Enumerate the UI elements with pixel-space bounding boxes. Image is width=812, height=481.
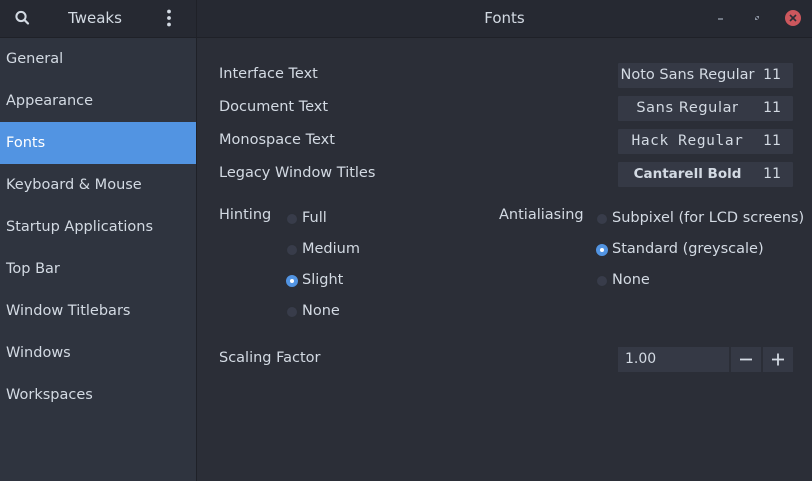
antialiasing-label: Antialiasing [499, 207, 584, 223]
sidebar-item-startup-applications[interactable]: Startup Applications [0, 206, 196, 248]
radio-indicator [596, 275, 608, 287]
decrease-button[interactable] [730, 346, 762, 373]
sidebar-item-windows[interactable]: Windows [0, 332, 196, 374]
scaling-factor-spinbutton: 1.00 [617, 346, 794, 373]
radio-indicator-selected [286, 275, 298, 287]
radio-label: Medium [302, 241, 360, 257]
sidebar-item-window-titlebars[interactable]: Window Titlebars [0, 290, 196, 332]
document-font-size: 11 [763, 100, 781, 116]
monospace-font-size: 11 [763, 133, 781, 149]
monospace-text-label: Monospace Text [219, 132, 335, 148]
radio-label: Slight [302, 272, 344, 288]
radio-indicator-selected [596, 244, 608, 256]
sidebar-item-general[interactable]: General [0, 38, 196, 80]
increase-button[interactable] [762, 346, 794, 373]
close-icon [785, 10, 801, 26]
fonts-panel: Interface Text Noto Sans Regular 11 Docu… [197, 38, 812, 481]
header-left: Tweaks [0, 0, 197, 37]
plus-icon [772, 353, 784, 366]
legacy-font-name: Cantarell Bold [633, 166, 742, 182]
scaling-factor-label: Scaling Factor [219, 350, 321, 366]
sidebar-item-keyboard-mouse[interactable]: Keyboard & Mouse [0, 164, 196, 206]
radio-label: Standard (greyscale) [612, 241, 764, 257]
legacy-window-titles-label: Legacy Window Titles [219, 165, 376, 181]
radio-indicator [286, 306, 298, 318]
maximize-button[interactable] [747, 8, 767, 28]
monospace-font-name: Hack Regular [631, 133, 744, 149]
radio-indicator [286, 213, 298, 225]
radio-label: Subpixel (for LCD screens) [612, 210, 805, 226]
radio-label: None [302, 303, 340, 319]
legacy-font-size: 11 [763, 166, 781, 182]
radio-label: Full [302, 210, 327, 226]
minimize-icon [718, 18, 723, 20]
document-text-label: Document Text [219, 99, 329, 115]
sidebar-item-appearance[interactable]: Appearance [0, 80, 196, 122]
scaling-factor-input[interactable]: 1.00 [617, 346, 730, 373]
minus-icon [740, 358, 752, 361]
radio-indicator [286, 244, 298, 256]
radio-label: None [612, 272, 650, 288]
radio-indicator [596, 213, 608, 225]
document-font-button[interactable]: Sans Regular 11 [617, 95, 794, 122]
interface-font-size: 11 [763, 67, 781, 83]
interface-text-label: Interface Text [219, 66, 318, 82]
monospace-font-button[interactable]: Hack Regular 11 [617, 128, 794, 155]
interface-font-button[interactable]: Noto Sans Regular 11 [617, 62, 794, 89]
hinting-label: Hinting [219, 207, 272, 223]
sidebar-item-fonts[interactable]: Fonts [0, 122, 196, 164]
document-font-name: Sans Regular [636, 100, 739, 116]
sidebar-item-top-bar[interactable]: Top Bar [0, 248, 196, 290]
menu-button[interactable] [159, 6, 179, 30]
sidebar-item-workspaces[interactable]: Workspaces [0, 374, 196, 416]
sidebar: General Appearance Fonts Keyboard & Mous… [0, 38, 197, 481]
header-bar: Tweaks Fonts [0, 0, 812, 38]
legacy-font-button[interactable]: Cantarell Bold 11 [617, 161, 794, 188]
maximize-icon [755, 16, 759, 20]
vertical-dots-icon [167, 9, 171, 27]
interface-font-name: Noto Sans Regular [620, 67, 755, 83]
close-button[interactable] [783, 8, 803, 28]
minimize-button[interactable] [711, 8, 731, 28]
